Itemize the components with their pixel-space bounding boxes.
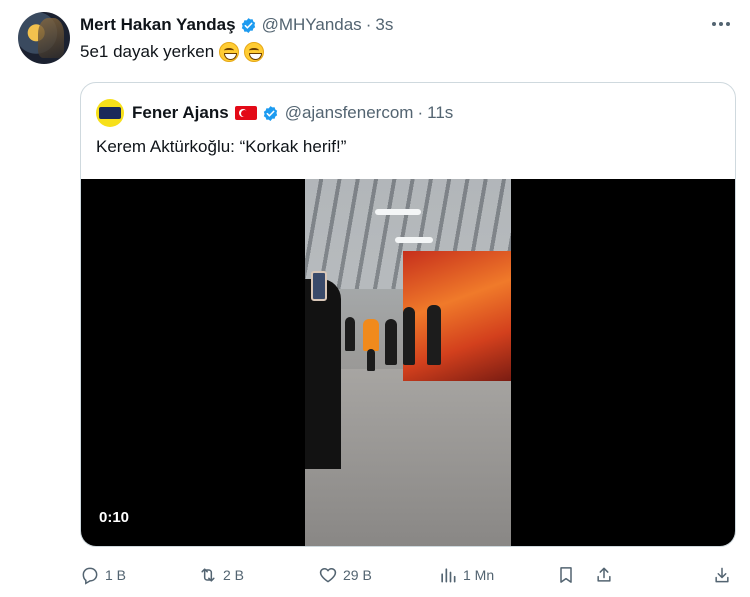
tweet-time[interactable]: 3s bbox=[375, 15, 393, 35]
share-button[interactable] bbox=[594, 563, 614, 587]
retweet-count: 2 B bbox=[223, 567, 245, 583]
bookmark-icon bbox=[560, 567, 572, 583]
verified-badge-icon bbox=[263, 105, 277, 121]
analytics-icon bbox=[441, 568, 456, 583]
quoted-tweet-time[interactable]: 11s bbox=[427, 103, 453, 123]
grinning-face-emoji-icon bbox=[219, 42, 240, 62]
separator-dot: · bbox=[417, 103, 424, 122]
verified-badge-icon bbox=[241, 17, 255, 33]
turkey-flag-icon bbox=[234, 106, 257, 120]
views-button[interactable]: 1 Mn bbox=[438, 563, 494, 587]
like-button[interactable]: 29 B bbox=[318, 563, 372, 587]
more-options-icon[interactable] bbox=[704, 12, 738, 36]
quoted-tweet[interactable]: Fener Ajans @ajansfenercom · 11s Kerem A… bbox=[80, 82, 736, 547]
author-avatar[interactable] bbox=[18, 12, 70, 64]
tweet-text-content: 5e1 dayak yerken bbox=[80, 42, 215, 61]
tweet-actions-bar: 1 B 2 B 29 B 1 Mn bbox=[80, 563, 740, 587]
quoted-tweet-header: Fener Ajans @ajansfenercom · 11s bbox=[96, 98, 453, 128]
quoted-author-avatar[interactable] bbox=[96, 99, 124, 127]
reply-icon bbox=[82, 567, 98, 585]
quoted-tweet-text: Kerem Aktürkoğlu: “Korkak herif!” bbox=[96, 137, 347, 156]
download-icon bbox=[715, 567, 729, 583]
reply-button[interactable]: 1 B bbox=[80, 563, 126, 587]
video-duration: 0:10 bbox=[99, 509, 130, 526]
heart-icon bbox=[319, 568, 337, 583]
grinning-face-emoji-icon bbox=[244, 42, 265, 62]
tweet-text: 5e1 dayak yerken bbox=[80, 42, 265, 62]
quoted-author-handle[interactable]: @ajansfenercom bbox=[285, 103, 414, 123]
video-frame bbox=[305, 179, 511, 546]
retweet-icon bbox=[201, 568, 215, 582]
video-player[interactable]: 0:10 bbox=[81, 179, 735, 546]
reply-count: 1 B bbox=[105, 567, 127, 583]
author-handle[interactable]: @MHYandas bbox=[262, 15, 362, 35]
quoted-author-display-name[interactable]: Fener Ajans bbox=[132, 103, 229, 123]
separator-dot: · bbox=[365, 15, 372, 34]
view-count: 1 Mn bbox=[463, 567, 495, 583]
download-button[interactable] bbox=[712, 563, 732, 587]
bookmark-button[interactable] bbox=[556, 563, 576, 587]
tweet-header: Mert Hakan Yandaş @MHYandas · 3s bbox=[80, 14, 393, 36]
author-display-name[interactable]: Mert Hakan Yandaş bbox=[80, 15, 236, 35]
retweet-button[interactable]: 2 B bbox=[198, 563, 244, 587]
share-icon bbox=[597, 567, 611, 582]
like-count: 29 B bbox=[343, 567, 372, 583]
